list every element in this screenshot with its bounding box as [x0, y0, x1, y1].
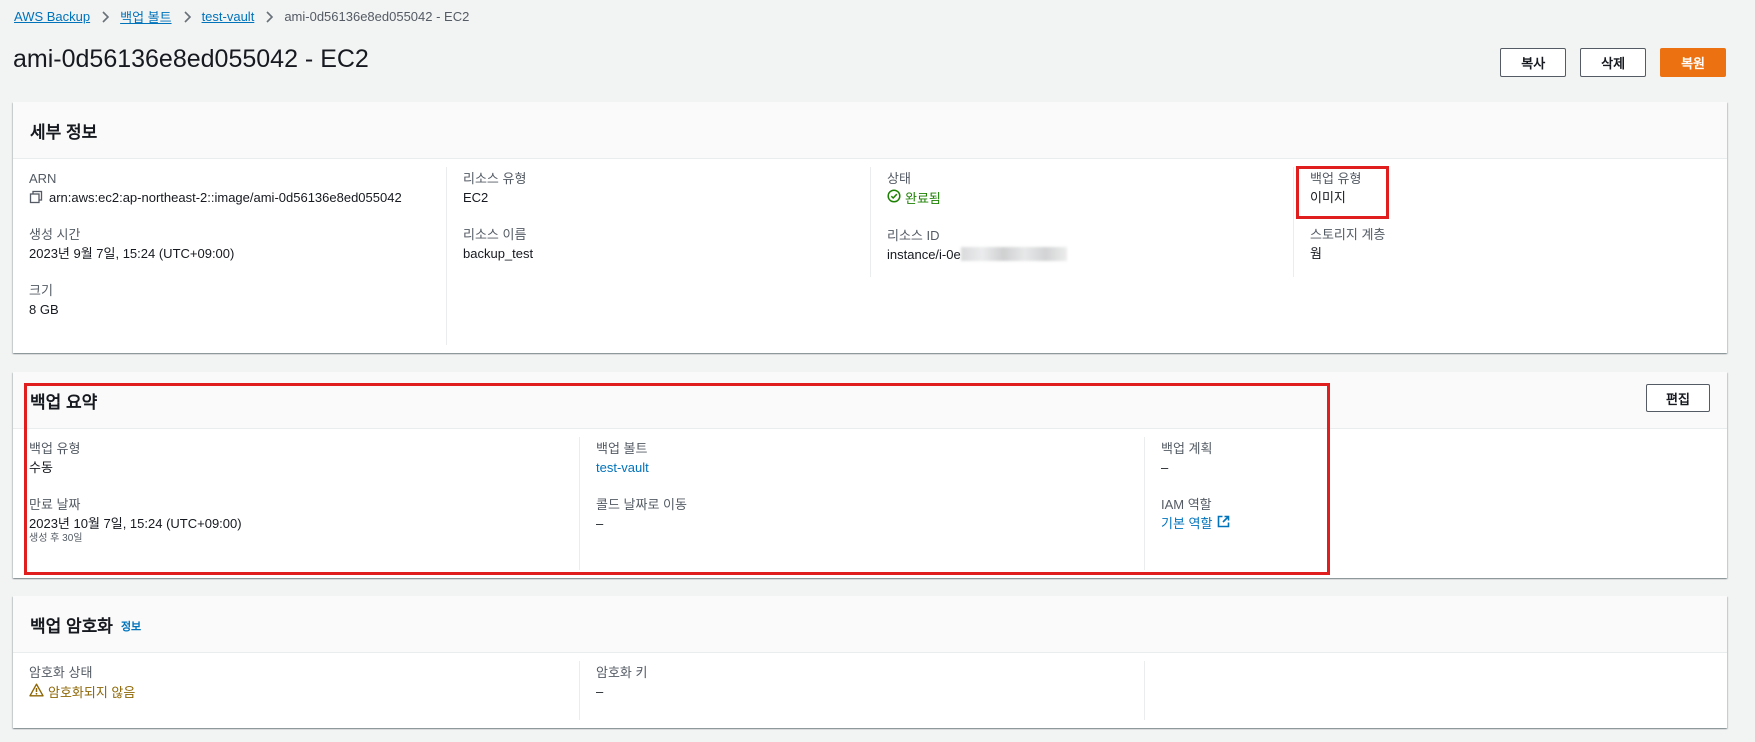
status-field: 상태 완료됨 [887, 167, 1293, 207]
encryption-info-link[interactable]: 정보 [121, 618, 141, 634]
status-label: 상태 [887, 171, 911, 186]
breadcrumb: AWS Backup 백업 볼트 test-vault ami-0d56136e… [14, 7, 469, 26]
summary-panel: 백업 요약 편집 백업 유형 수동 만료 날짜 2023년 10월 7일, 15… [13, 372, 1727, 578]
summary-backup-type-field: 백업 유형 수동 [29, 437, 579, 476]
chevron-right-icon [182, 10, 192, 23]
encryption-key-value: – [596, 684, 604, 699]
resource-name-value: backup_test [463, 246, 534, 261]
storage-tier-label: 스토리지 계층 [1310, 227, 1386, 242]
chevron-right-icon [100, 10, 110, 23]
encryption-panel-header: 백업 암호화 정보 [13, 596, 1727, 653]
plan-label: 백업 계획 [1161, 441, 1213, 456]
warning-icon [29, 683, 44, 701]
encryption-col-2: 암호화 키 – [579, 661, 1144, 720]
iam-field: IAM 역할 기본 역할 [1161, 493, 1727, 532]
details-panel: 세부 정보 ARN arn:aws:ec2:ap-northeast-2::im… [13, 102, 1727, 353]
details-panel-body: ARN arn:aws:ec2:ap-northeast-2::image/am… [13, 159, 1727, 353]
summary-panel-header: 백업 요약 편집 [13, 372, 1727, 429]
created-label: 생성 시간 [29, 227, 81, 242]
created-field: 생성 시간 2023년 9월 7일, 15:24 (UTC+09:00) [29, 223, 446, 262]
vault-field: 백업 볼트 test-vault [596, 437, 1144, 476]
plan-field: 백업 계획 – [1161, 437, 1727, 476]
arn-label: ARN [29, 171, 57, 186]
iam-link-text: 기본 역할 [1161, 516, 1213, 531]
details-col-4: 백업 유형 이미지 스토리지 계층 웜 [1293, 167, 1727, 277]
storage-tier-value: 웜 [1310, 246, 1322, 261]
details-panel-header: 세부 정보 [13, 102, 1727, 159]
summary-title: 백업 요약 [30, 392, 98, 412]
summary-backup-type-value: 수동 [29, 460, 53, 475]
cold-field: 콜드 날짜로 이동 – [596, 493, 1144, 532]
resource-type-value: EC2 [463, 190, 489, 205]
breadcrumb-backup-vaults[interactable]: 백업 볼트 [120, 7, 171, 26]
breadcrumb-aws-backup[interactable]: AWS Backup [14, 9, 90, 24]
summary-col-2: 백업 볼트 test-vault 콜드 날짜로 이동 – [579, 437, 1144, 570]
cold-value: – [596, 516, 604, 531]
encryption-key-field: 암호화 키 – [596, 661, 1144, 700]
edit-button[interactable]: 편집 [1646, 384, 1710, 412]
check-circle-icon [887, 189, 901, 207]
encryption-status-field: 암호화 상태 암호화되지 않음 [29, 661, 579, 701]
arn-field: ARN arn:aws:ec2:ap-northeast-2::image/am… [29, 167, 446, 206]
vault-label: 백업 볼트 [596, 441, 648, 456]
resource-id-label: 리소스 ID [887, 228, 940, 243]
external-link-icon [1217, 515, 1230, 532]
expiry-value: 2023년 10월 7일, 15:24 (UTC+09:00) [29, 516, 242, 531]
vault-link[interactable]: test-vault [596, 459, 1144, 476]
backup-type-value: 이미지 [1310, 190, 1346, 205]
created-value: 2023년 9월 7일, 15:24 (UTC+09:00) [29, 246, 235, 261]
chevron-right-icon [264, 10, 274, 23]
resource-id-value: instance/i-0e [887, 247, 961, 262]
backup-type-field: 백업 유형 이미지 [1310, 167, 1727, 206]
cold-label: 콜드 날짜로 이동 [596, 497, 687, 512]
resource-name-field: 리소스 이름 backup_test [463, 223, 870, 262]
copy-icon[interactable] [29, 190, 43, 204]
details-col-1: ARN arn:aws:ec2:ap-northeast-2::image/am… [13, 167, 446, 345]
resource-id-field: 리소스 ID instance/i-0e [887, 224, 1293, 263]
delete-button[interactable]: 삭제 [1580, 48, 1647, 77]
backup-type-label: 백업 유형 [1310, 171, 1362, 186]
encryption-col-1: 암호화 상태 암호화되지 않음 [13, 661, 579, 720]
iam-label: IAM 역할 [1161, 497, 1212, 512]
summary-backup-type-label: 백업 유형 [29, 441, 81, 456]
resource-type-label: 리소스 유형 [463, 171, 527, 186]
size-value: 8 GB [29, 302, 59, 317]
restore-button[interactable]: 복원 [1660, 48, 1726, 77]
summary-col-1: 백업 유형 수동 만료 날짜 2023년 10월 7일, 15:24 (UTC+… [13, 437, 579, 570]
storage-tier-field: 스토리지 계층 웜 [1310, 223, 1727, 262]
status-value: 완료됨 [905, 190, 941, 206]
expiry-field: 만료 날짜 2023년 10월 7일, 15:24 (UTC+09:00) 생성… [29, 493, 579, 546]
encryption-title: 백업 암호화 [30, 616, 113, 636]
breadcrumb-current: ami-0d56136e8ed055042 - EC2 [284, 9, 470, 24]
arn-value: arn:aws:ec2:ap-northeast-2::image/ami-0d… [49, 190, 402, 205]
iam-link[interactable]: 기본 역할 [1161, 515, 1230, 532]
encryption-key-label: 암호화 키 [596, 665, 648, 680]
encryption-col-3 [1144, 661, 1727, 720]
details-col-3: 상태 완료됨 리소스 ID instance/i-0e [870, 167, 1293, 277]
size-label: 크기 [29, 283, 53, 298]
encryption-status-value: 암호화되지 않음 [48, 684, 136, 700]
details-title: 세부 정보 [30, 122, 98, 142]
summary-panel-body: 백업 유형 수동 만료 날짜 2023년 10월 7일, 15:24 (UTC+… [13, 429, 1727, 578]
resource-name-label: 리소스 이름 [463, 227, 527, 242]
breadcrumb-test-vault[interactable]: test-vault [202, 9, 255, 24]
summary-col-3: 백업 계획 – IAM 역할 기본 역할 [1144, 437, 1727, 570]
copy-button[interactable]: 복사 [1500, 48, 1567, 77]
redacted-blur [960, 247, 1067, 261]
page-title: ami-0d56136e8ed055042 - EC2 [13, 45, 369, 73]
encryption-panel: 백업 암호화 정보 암호화 상태 암호화되지 않음 암호화 키 – [13, 596, 1727, 728]
encryption-status-label: 암호화 상태 [29, 665, 93, 680]
header-actions: 복사 삭제 복원 [1500, 48, 1726, 77]
expiry-label: 만료 날짜 [29, 497, 81, 512]
plan-value: – [1161, 460, 1169, 475]
details-col-2: 리소스 유형 EC2 리소스 이름 backup_test [446, 167, 870, 345]
expiry-sub: 생성 후 30일 [29, 533, 83, 544]
size-field: 크기 8 GB [29, 279, 446, 318]
encryption-panel-body: 암호화 상태 암호화되지 않음 암호화 키 – [13, 653, 1727, 728]
resource-type-field: 리소스 유형 EC2 [463, 167, 870, 206]
